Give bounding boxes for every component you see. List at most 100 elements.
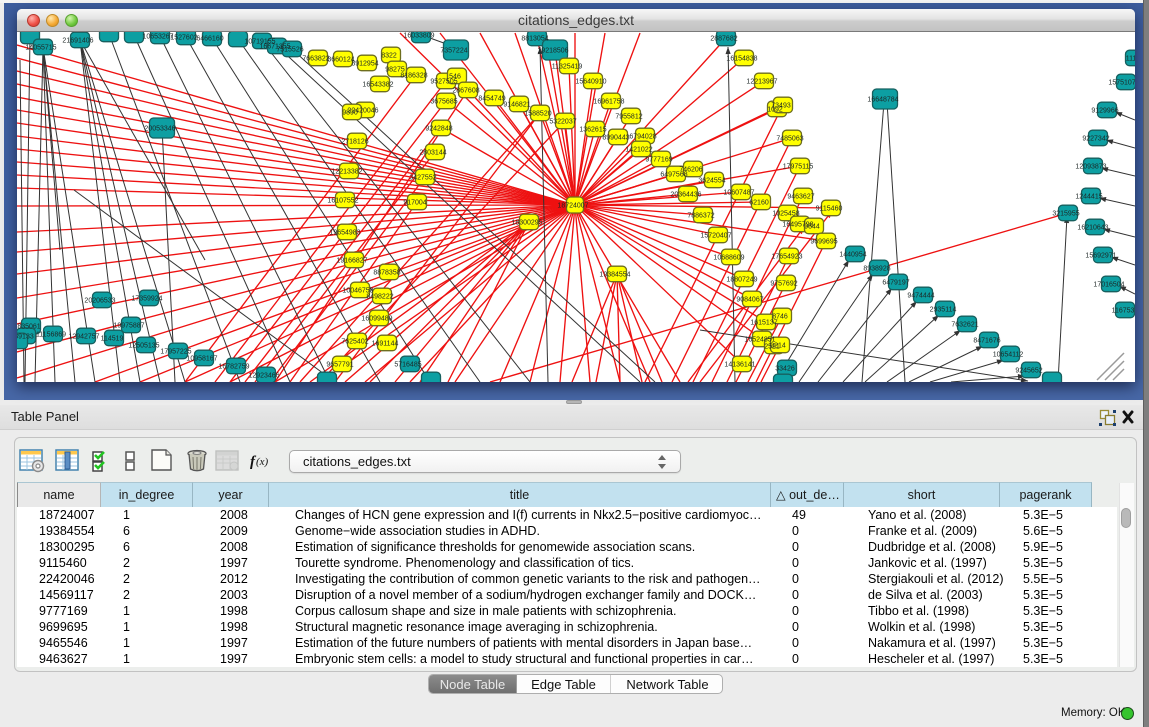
svg-text:2867608: 2867608 <box>452 88 479 95</box>
svg-text:12213967: 12213967 <box>746 79 777 86</box>
svg-text:12923466: 12923466 <box>248 373 279 380</box>
svg-text:19218506: 19218506 <box>537 48 568 55</box>
svg-text:1615137: 1615137 <box>750 320 777 327</box>
svg-text:62160: 62160 <box>749 200 769 207</box>
svg-text:7886372: 7886372 <box>687 213 714 220</box>
svg-text:3624554: 3624554 <box>698 178 725 185</box>
svg-text:73493: 73493 <box>771 103 791 110</box>
svg-text:6794028: 6794028 <box>629 134 656 141</box>
svg-text:8454749: 8454749 <box>478 96 505 103</box>
svg-text:2803144: 2803144 <box>419 150 446 157</box>
svg-text:17975115: 17975115 <box>783 164 814 171</box>
svg-text:9245652: 9245652 <box>1015 368 1042 375</box>
svg-text:8912954: 8912954 <box>351 61 378 68</box>
svg-text:917004: 917004 <box>403 200 426 207</box>
svg-text:1588520: 1588520 <box>524 111 551 118</box>
svg-text:114519: 114519 <box>101 336 124 343</box>
svg-text:17654923: 17654923 <box>771 254 802 261</box>
svg-text:9657791: 9657791 <box>326 362 353 369</box>
svg-text:1025458: 1025458 <box>772 211 799 218</box>
svg-text:9129966: 9129966 <box>1091 108 1118 115</box>
svg-text:8938928: 8938928 <box>863 266 890 273</box>
svg-text:12942757: 12942757 <box>68 334 99 341</box>
svg-text:10958167: 10958167 <box>186 356 217 363</box>
svg-text:15640910: 15640910 <box>575 79 606 86</box>
svg-text:7357224: 7357224 <box>440 48 467 55</box>
svg-text:20053346: 20053346 <box>144 126 175 133</box>
svg-text:8471676: 8471676 <box>973 338 1000 345</box>
svg-text:19384554: 19384554 <box>599 272 630 279</box>
svg-text:21691406: 21691406 <box>62 38 93 45</box>
svg-text:9115460: 9115460 <box>816 206 843 213</box>
svg-text:15720407: 15720407 <box>700 233 731 240</box>
svg-text:9242848: 9242848 <box>425 126 452 133</box>
svg-text:1112: 1112 <box>1126 56 1135 63</box>
svg-text:16210643: 16210643 <box>1077 225 1108 232</box>
svg-text:10653267: 10653267 <box>142 34 173 41</box>
svg-text:11156869: 11156869 <box>36 332 66 339</box>
svg-text:835061: 835061 <box>17 324 40 331</box>
svg-text:9777169: 9777169 <box>645 157 672 164</box>
svg-text:9474444: 9474444 <box>907 293 934 300</box>
svg-text:1691144: 1691144 <box>372 341 399 348</box>
svg-text:9844: 9844 <box>804 224 820 231</box>
svg-text:19166827: 19166827 <box>336 258 367 265</box>
svg-text:12093873: 12093873 <box>1075 164 1106 171</box>
svg-text:17957225: 17957225 <box>160 349 191 356</box>
svg-text:20206533: 20206533 <box>84 298 115 305</box>
svg-text:16107552: 16107552 <box>327 198 358 205</box>
svg-text:18724007: 18724007 <box>557 203 588 210</box>
svg-text:7955812: 7955812 <box>615 114 642 121</box>
svg-text:10654112: 10654112 <box>993 352 1024 359</box>
svg-text:9699695: 9699695 <box>810 239 837 246</box>
svg-text:16961758: 16961758 <box>593 99 624 106</box>
svg-text:8990443: 8990443 <box>602 135 629 142</box>
svg-text:1421022: 1421022 <box>625 147 652 154</box>
svg-text:8498222: 8498222 <box>366 294 393 301</box>
svg-text:14136141: 14136141 <box>724 362 755 369</box>
svg-text:18807249: 18807249 <box>726 277 757 284</box>
svg-text:16543382: 16543382 <box>362 82 393 89</box>
svg-text:5322037: 5322037 <box>549 119 576 126</box>
svg-text:1244415: 1244415 <box>1075 194 1102 201</box>
svg-text:8322: 8322 <box>381 53 397 60</box>
svg-text:9757692: 9757692 <box>770 281 797 288</box>
svg-text:6466160: 6466160 <box>196 36 223 43</box>
svg-text:9084067: 9084067 <box>736 297 763 304</box>
svg-text:39133: 39133 <box>17 334 34 341</box>
svg-text:2887682: 2887682 <box>710 36 737 43</box>
svg-text:11325419: 11325419 <box>552 64 583 71</box>
svg-text:14055715: 14055715 <box>25 45 56 52</box>
svg-text:9227342: 9227342 <box>1082 136 1109 143</box>
svg-text:16782759: 16782759 <box>218 364 249 371</box>
svg-text:9463627: 9463627 <box>787 194 814 201</box>
svg-text:9890: 9890 <box>342 110 358 117</box>
svg-text:15692971: 15692971 <box>1085 253 1116 260</box>
svg-text:9214: 9214 <box>770 343 786 350</box>
svg-text:10607487: 10607487 <box>723 190 754 197</box>
svg-text:18300295: 18300295 <box>511 220 542 227</box>
svg-text:19654983: 19654983 <box>329 230 360 237</box>
svg-text:7485063: 7485063 <box>776 136 803 143</box>
svg-text:8813054: 8813054 <box>521 36 548 43</box>
svg-text:16033809: 16033809 <box>403 33 434 40</box>
svg-text:17016504: 17016504 <box>1093 282 1124 289</box>
svg-text:8186328: 8186328 <box>400 73 427 80</box>
svg-text:16154838: 16154838 <box>726 56 757 63</box>
svg-text:12213382: 12213382 <box>331 169 362 176</box>
svg-text:9146821: 9146821 <box>503 102 530 109</box>
svg-text:7663822: 7663822 <box>302 56 329 63</box>
svg-text:3427552: 3427552 <box>409 175 436 182</box>
svg-text:3215955: 3215955 <box>1052 211 1079 218</box>
svg-text:12505135: 12505135 <box>128 343 159 350</box>
svg-text:7632621: 7632621 <box>951 322 978 329</box>
svg-text:17359924: 17359924 <box>131 296 162 303</box>
svg-text:2935114: 2935114 <box>930 307 957 314</box>
svg-text:10688609: 10688609 <box>713 255 744 262</box>
svg-text:20364436: 20364436 <box>670 192 701 199</box>
svg-text:1362615: 1362615 <box>579 127 606 134</box>
svg-text:(x): (x) <box>256 456 269 468</box>
svg-text:7515526: 7515526 <box>276 47 303 54</box>
svg-text:19975887: 19975887 <box>113 323 144 330</box>
svg-text:5716485: 5716485 <box>394 362 421 369</box>
